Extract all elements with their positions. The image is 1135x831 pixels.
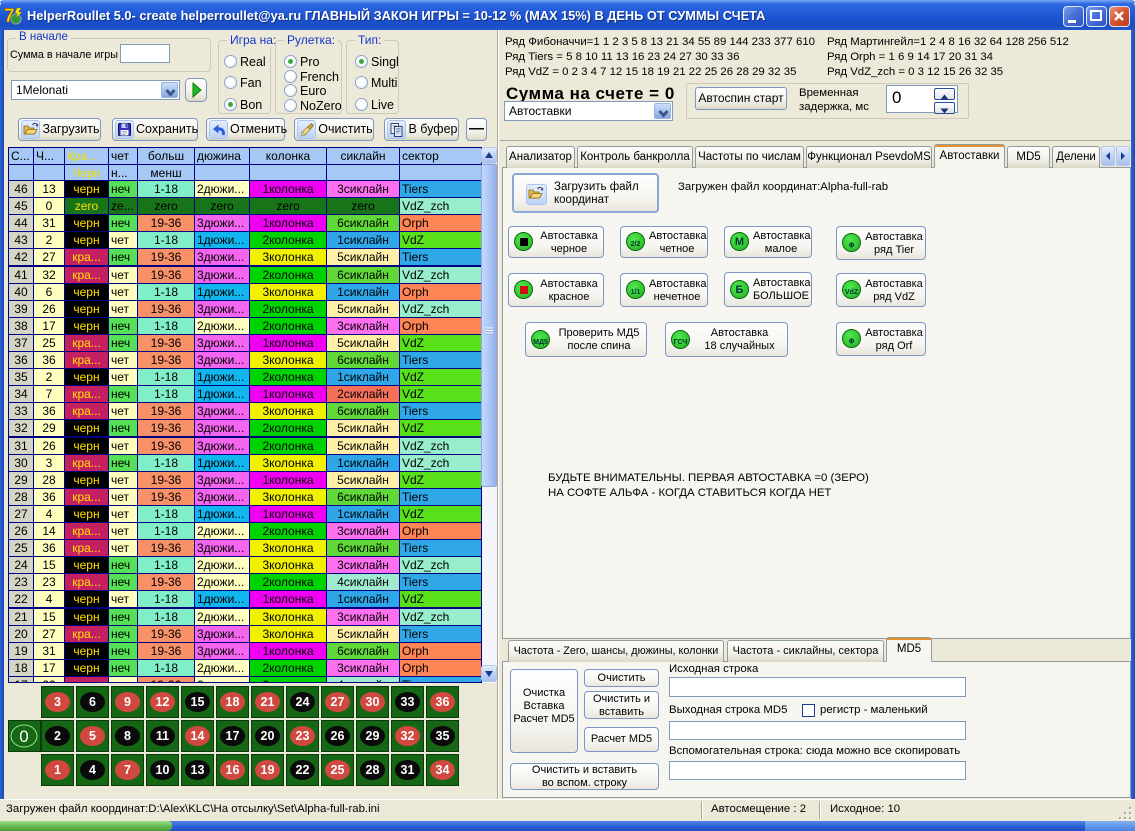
svg-text:0: 0 [19,727,28,746]
